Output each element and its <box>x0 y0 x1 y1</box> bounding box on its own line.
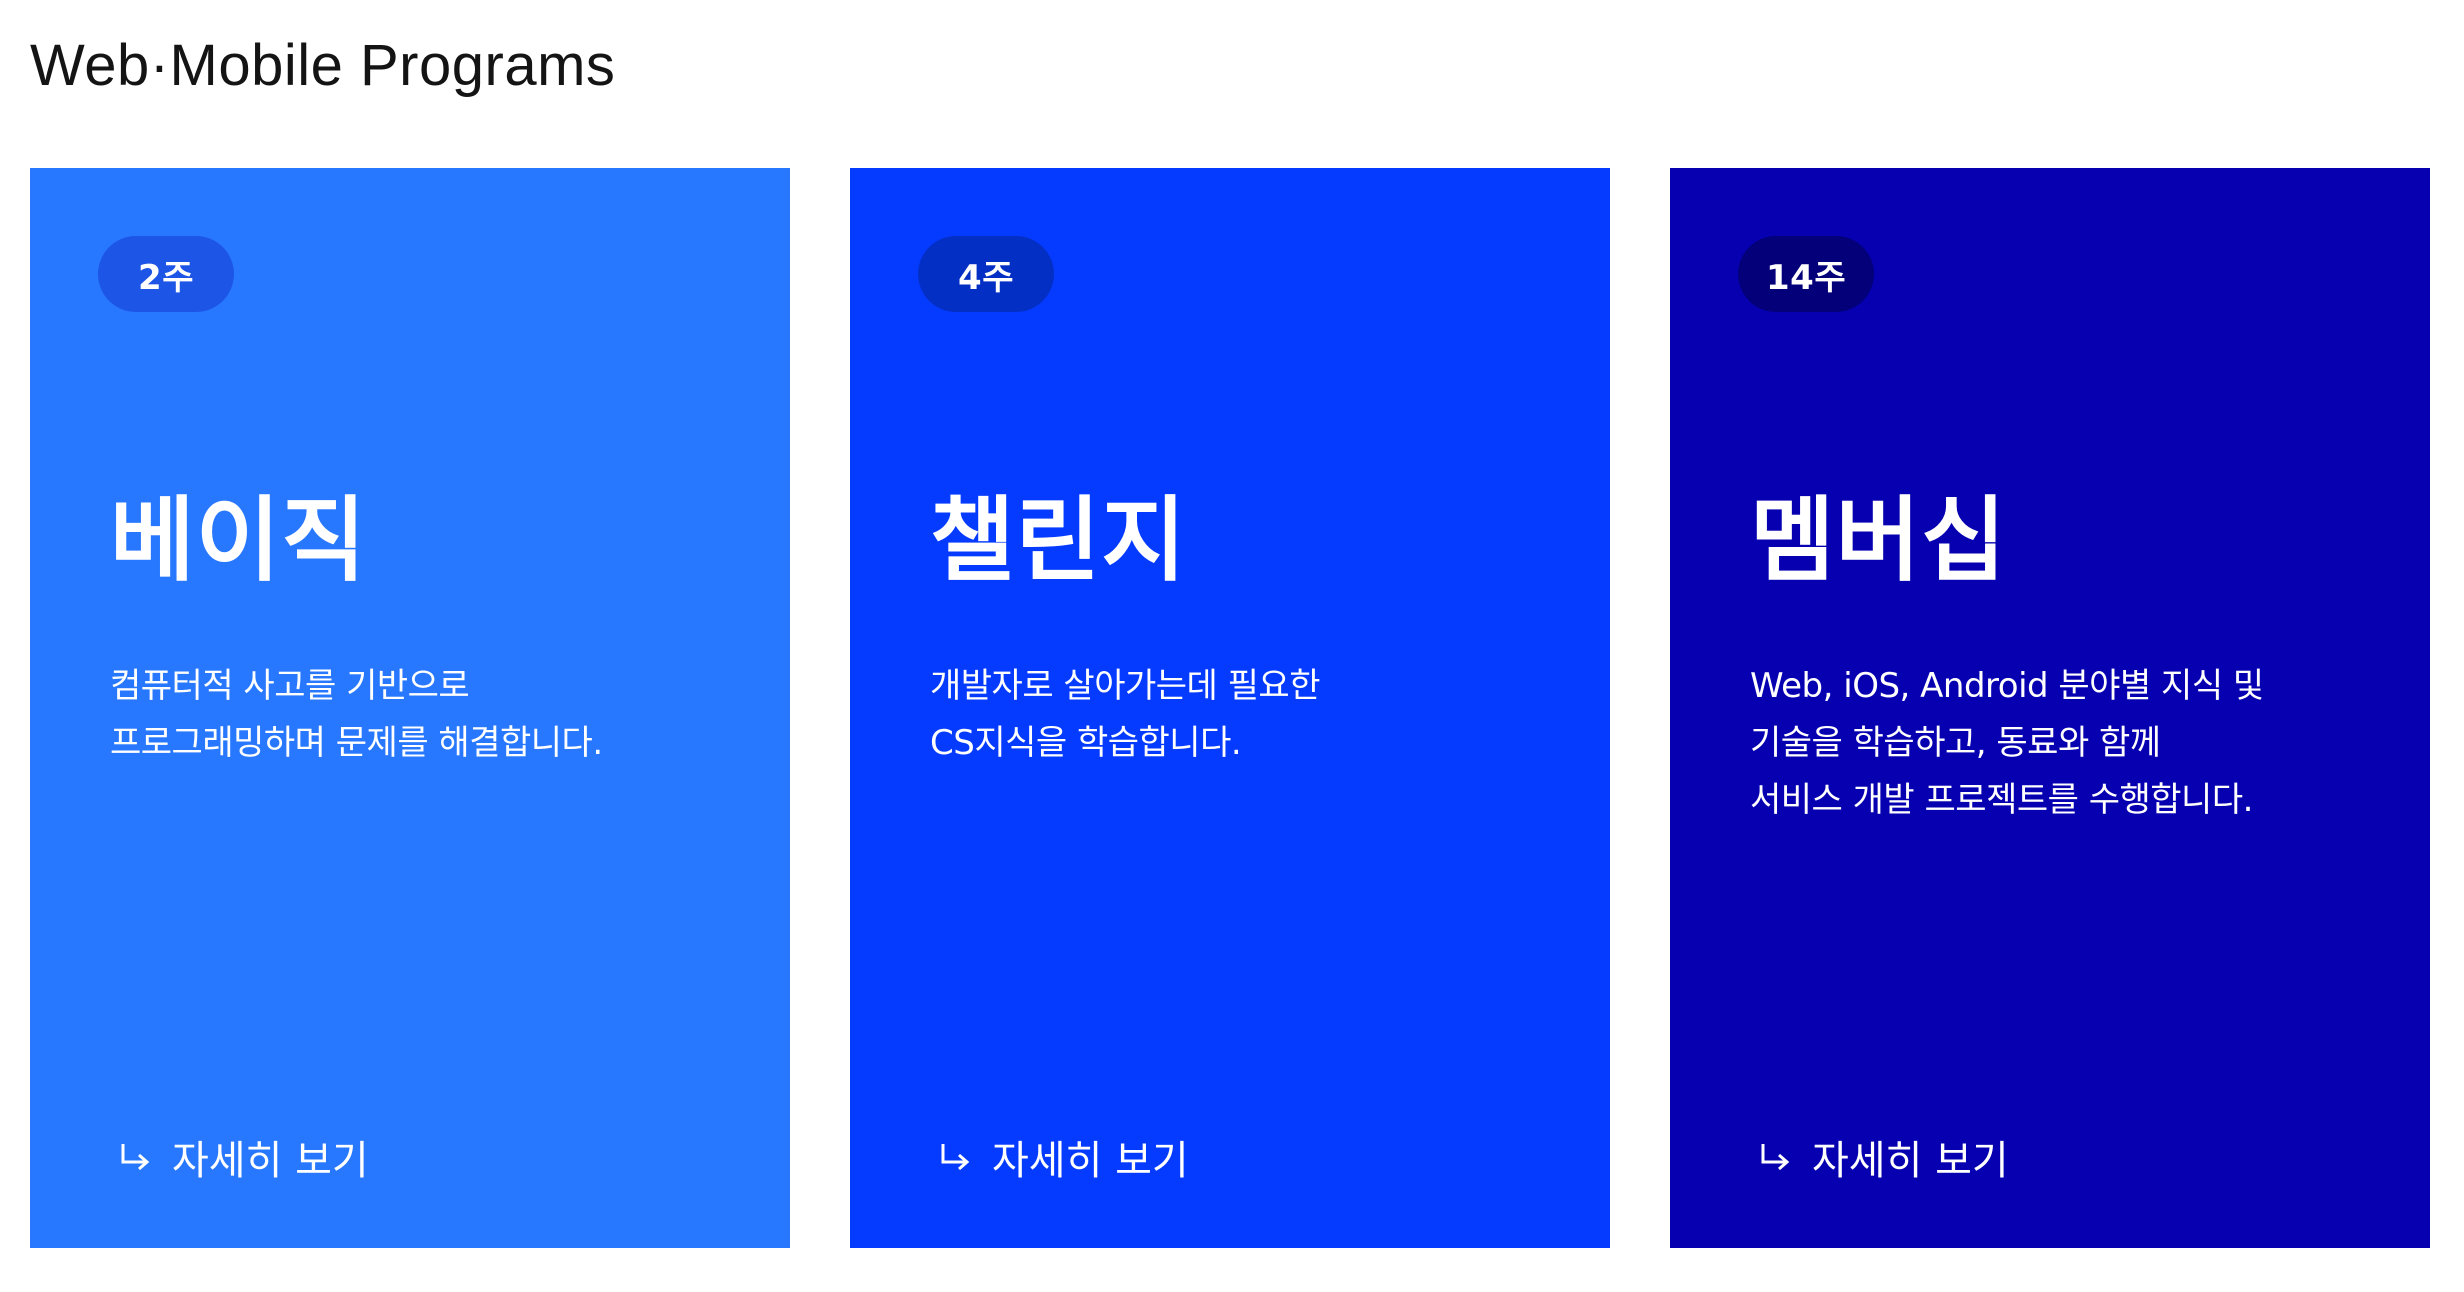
card-description-line: 기술을 학습하고, 동료와 함께 <box>1750 723 2161 763</box>
view-details-label: 자세히 보기 <box>1812 1138 2009 1184</box>
view-details-link[interactable]: 자세히 보기 <box>1760 1128 2009 1186</box>
arrow-return-right-icon <box>1761 1144 1790 1171</box>
duration-badge: 2주 <box>98 236 234 312</box>
card-description: Web, iOS, Android 분야별 지식 및 기술을 학습하고, 동료와… <box>1750 658 2370 829</box>
program-card-membership[interactable]: 14주 멤버십 Web, iOS, Android 분야별 지식 및 기술을 학… <box>1670 168 2430 1248</box>
card-description-line: 컴퓨터적 사고를 기반으로 <box>110 666 470 706</box>
card-description-line: 개발자로 살아가는데 필요한 <box>930 666 1320 706</box>
view-details-link[interactable]: 자세히 보기 <box>940 1128 1189 1186</box>
card-description-line: 프로그래밍하며 문제를 해결합니다. <box>110 723 603 763</box>
program-cards: 2주 베이직 컴퓨터적 사고를 기반으로 프로그래밍하며 문제를 해결합니다. … <box>30 168 2430 1248</box>
arrow-return-right-icon <box>121 1144 150 1171</box>
card-description-line: CS지식을 학습합니다. <box>930 723 1242 763</box>
view-details-link[interactable]: 자세히 보기 <box>120 1128 369 1186</box>
view-details-label: 자세히 보기 <box>172 1138 369 1184</box>
program-card-challenge[interactable]: 4주 챌린지 개발자로 살아가는데 필요한 CS지식을 학습합니다. 자세히 보… <box>850 168 1610 1248</box>
card-title: 멤버십 <box>1750 487 2007 594</box>
program-card-basic[interactable]: 2주 베이직 컴퓨터적 사고를 기반으로 프로그래밍하며 문제를 해결합니다. … <box>30 168 790 1248</box>
duration-badge: 4주 <box>918 236 1054 312</box>
card-description: 컴퓨터적 사고를 기반으로 프로그래밍하며 문제를 해결합니다. <box>110 658 730 772</box>
card-description-line: Web, iOS, Android 분야별 지식 및 <box>1750 666 2264 706</box>
page-title: Web·Mobile Programs <box>30 33 616 98</box>
card-description-line: 서비스 개발 프로젝트를 수행합니다. <box>1750 780 2253 820</box>
arrow-return-right-icon <box>941 1144 970 1171</box>
view-details-label: 자세히 보기 <box>992 1138 1189 1184</box>
duration-badge: 14주 <box>1738 236 1875 312</box>
card-title: 챌린지 <box>930 487 1187 594</box>
card-description: 개발자로 살아가는데 필요한 CS지식을 학습합니다. <box>930 658 1550 772</box>
card-title: 베이직 <box>110 487 367 594</box>
